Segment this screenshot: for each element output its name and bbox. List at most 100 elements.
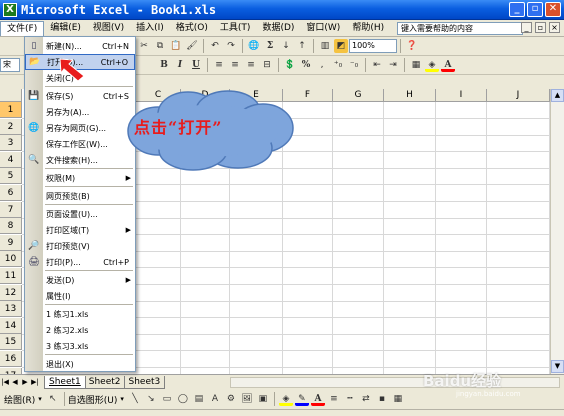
next-sheet-icon[interactable]: ▶ [20,378,30,386]
last-sheet-icon[interactable]: ▶| [30,378,40,386]
dash-style-icon[interactable]: ┅ [343,392,357,406]
picture-icon[interactable]: ▣ [256,392,270,406]
autoshapes-menu-button[interactable]: 自选图形(U) [68,393,118,406]
file-menu-item[interactable]: 网页预览(B) [25,188,135,204]
rectangle-icon[interactable]: ▭ [160,392,174,406]
close-button[interactable]: ✕ [545,2,561,17]
font-name-select[interactable]: 宋 [0,58,20,72]
menu-6[interactable]: 数据(D) [256,21,300,36]
file-menu-item[interactable]: ▯ 新建(N)... Ctrl+N [25,38,135,54]
file-menu-item[interactable]: 权限(M) ▶ [25,170,135,186]
font-color-icon[interactable]: A [441,58,455,72]
help-icon[interactable]: ❓ [405,39,419,53]
line-style-icon[interactable]: ≡ [327,392,341,406]
row-header[interactable]: 1 [0,102,22,118]
merge-center-icon[interactable]: ⊟ [260,58,274,72]
row-header[interactable]: 4 [0,151,22,168]
file-menu-item[interactable]: 3 练习3.xls [25,338,135,354]
workbook-minimize-button[interactable]: _ [521,22,532,33]
menu-1[interactable]: 编辑(E) [44,21,87,36]
line-icon[interactable]: ╲ [128,392,142,406]
sheet-tab[interactable]: Sheet3 [123,375,166,389]
line-color-icon[interactable]: ✎ [294,392,309,406]
vertical-scrollbar[interactable]: ▲ ▼ [550,89,564,374]
file-menu-item[interactable]: 🔎 打印预览(V) [25,238,135,254]
draw-menu-button[interactable]: 绘图(R) [4,393,35,406]
file-menu-item[interactable]: 2 练习2.xls [25,322,135,338]
sheet-tab[interactable]: Sheet1 [44,375,86,389]
row-header[interactable]: 15 [0,334,22,351]
horizontal-scrollbar[interactable] [230,377,560,388]
scroll-down-icon[interactable]: ▼ [551,360,564,373]
arrow-icon[interactable]: ↘ [144,392,158,406]
row-header[interactable]: 3 [0,135,22,152]
file-menu-item[interactable]: 退出(X) [25,356,135,372]
borders-icon[interactable]: ▦ [409,58,423,72]
file-menu-item[interactable]: 发送(D) ▶ [25,272,135,288]
clipart-icon[interactable]: 🖼 [240,392,254,406]
row-header[interactable]: 13 [0,301,22,318]
row-header[interactable]: 7 [0,201,22,218]
column-header[interactable]: I [436,89,487,102]
row-header[interactable]: 11 [0,268,22,284]
row-header[interactable]: 12 [0,284,22,301]
file-menu-item[interactable]: 1 练习1.xls [25,306,135,322]
row-header[interactable]: 14 [0,317,22,334]
row-header[interactable]: 8 [0,218,22,235]
redo-icon[interactable]: ↷ [224,39,238,53]
chart-wizard-icon[interactable]: ▥ [318,39,332,53]
wordart-icon[interactable]: A [208,392,222,406]
sort-ascending-icon[interactable]: ↓ [279,39,293,53]
help-search-input[interactable]: 键入需要帮助的内容 [397,22,523,35]
paste-icon[interactable]: 📋 [169,39,183,53]
select-objects-icon[interactable]: ↖ [46,392,60,406]
row-header[interactable]: 9 [0,234,22,251]
file-menu-item[interactable]: 打印区域(T) ▶ [25,222,135,238]
arrow-style-icon[interactable]: ⇄ [359,392,373,406]
increase-indent-icon[interactable]: ⇥ [386,58,400,72]
undo-icon[interactable]: ↶ [208,39,222,53]
prev-sheet-icon[interactable]: ◀ [10,378,20,386]
copy-icon[interactable]: ⧉ [153,39,167,53]
increase-decimal-icon[interactable]: ⁺₀ [331,58,345,72]
cut-icon[interactable]: ✂ [137,39,151,53]
workbook-restore-button[interactable]: ▫ [535,22,546,33]
column-header[interactable]: G [333,89,384,102]
align-right-icon[interactable]: ≡ [244,58,258,72]
hyperlink-icon[interactable]: 🌐 [247,39,261,53]
first-sheet-icon[interactable]: |◀ [0,378,10,386]
decrease-decimal-icon[interactable]: ⁻₀ [347,58,361,72]
currency-icon[interactable]: 💲 [283,58,297,72]
menu-0[interactable]: 文件(F) [0,20,45,36]
shadow-icon[interactable]: ▪ [375,392,389,406]
underline-icon[interactable]: U [189,58,203,72]
scroll-up-icon[interactable]: ▲ [551,89,564,102]
textbox-icon[interactable]: ▤ [192,392,206,406]
sheet-tab[interactable]: Sheet2 [83,375,126,389]
diagram-icon[interactable]: ⚙ [224,392,238,406]
row-header[interactable]: 2 [0,118,22,135]
drawing-icon[interactable]: ◩ [334,39,348,53]
format-painter-icon[interactable]: 🖌 [185,39,199,53]
zoom-select[interactable]: 100% [349,39,397,53]
row-header[interactable]: 6 [0,185,22,201]
menu-4[interactable]: 格式(O) [170,21,214,36]
italic-icon[interactable]: I [173,58,187,72]
oval-icon[interactable]: ◯ [176,392,190,406]
menu-5[interactable]: 工具(T) [214,21,257,36]
comma-style-icon[interactable]: , [315,58,329,72]
column-header[interactable]: H [384,89,436,102]
minimize-button[interactable]: _ [509,2,525,17]
row-header[interactable]: 10 [0,251,22,268]
workbook-close-button[interactable]: × [549,22,560,33]
row-header[interactable]: 16 [0,351,22,367]
restore-button[interactable]: ▫ [527,2,543,17]
autosum-icon[interactable]: Σ [263,39,277,53]
column-header[interactable]: J [487,89,550,102]
fill-color-icon[interactable]: ◈ [425,58,439,72]
select-all-corner[interactable] [0,89,22,102]
file-menu-item[interactable]: 页面设置(U)... [25,206,135,222]
fill-color-icon[interactable]: ◈ [278,392,293,406]
menu-3[interactable]: 插入(I) [130,21,170,36]
menu-2[interactable]: 视图(V) [87,21,130,36]
